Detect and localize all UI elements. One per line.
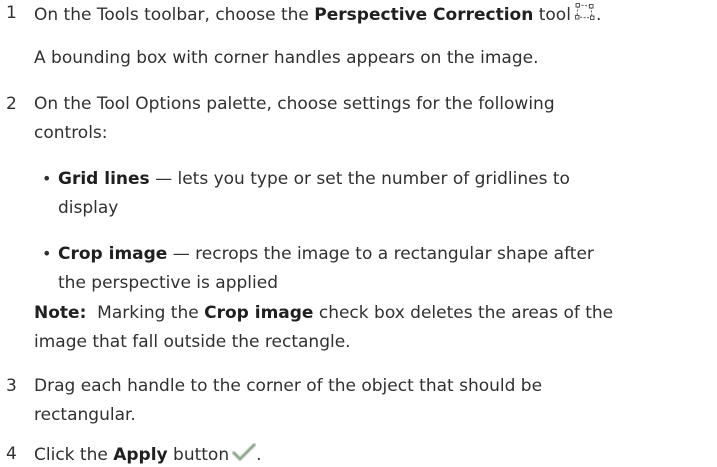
- control-name: Grid lines: [58, 169, 150, 189]
- tool-name: Perspective Correction: [314, 5, 534, 25]
- help-document: 1 On the Tools toolbar, choose the Persp…: [6, 2, 614, 467]
- step-text: On the Tools toolbar, choose the Perspec…: [34, 2, 601, 28]
- step-number: 4: [6, 444, 17, 464]
- control-name: Crop image: [58, 244, 168, 264]
- step-text: Click the Apply button .: [34, 443, 262, 467]
- apply-checkmark-icon: [232, 443, 257, 467]
- perspective-correction-icon: [574, 2, 596, 28]
- button-name: Apply: [113, 445, 168, 465]
- note-label: Note:: [34, 303, 87, 323]
- step-number: 1: [6, 3, 17, 23]
- step-text: On the Tool Options palette, choose sett…: [34, 94, 555, 114]
- bullet-icon: •: [42, 169, 52, 188]
- bullet-icon: •: [42, 244, 52, 263]
- step-number: 3: [6, 376, 17, 396]
- step-number: 2: [6, 94, 17, 114]
- step-text: Drag each handle to the corner of the ob…: [34, 376, 543, 396]
